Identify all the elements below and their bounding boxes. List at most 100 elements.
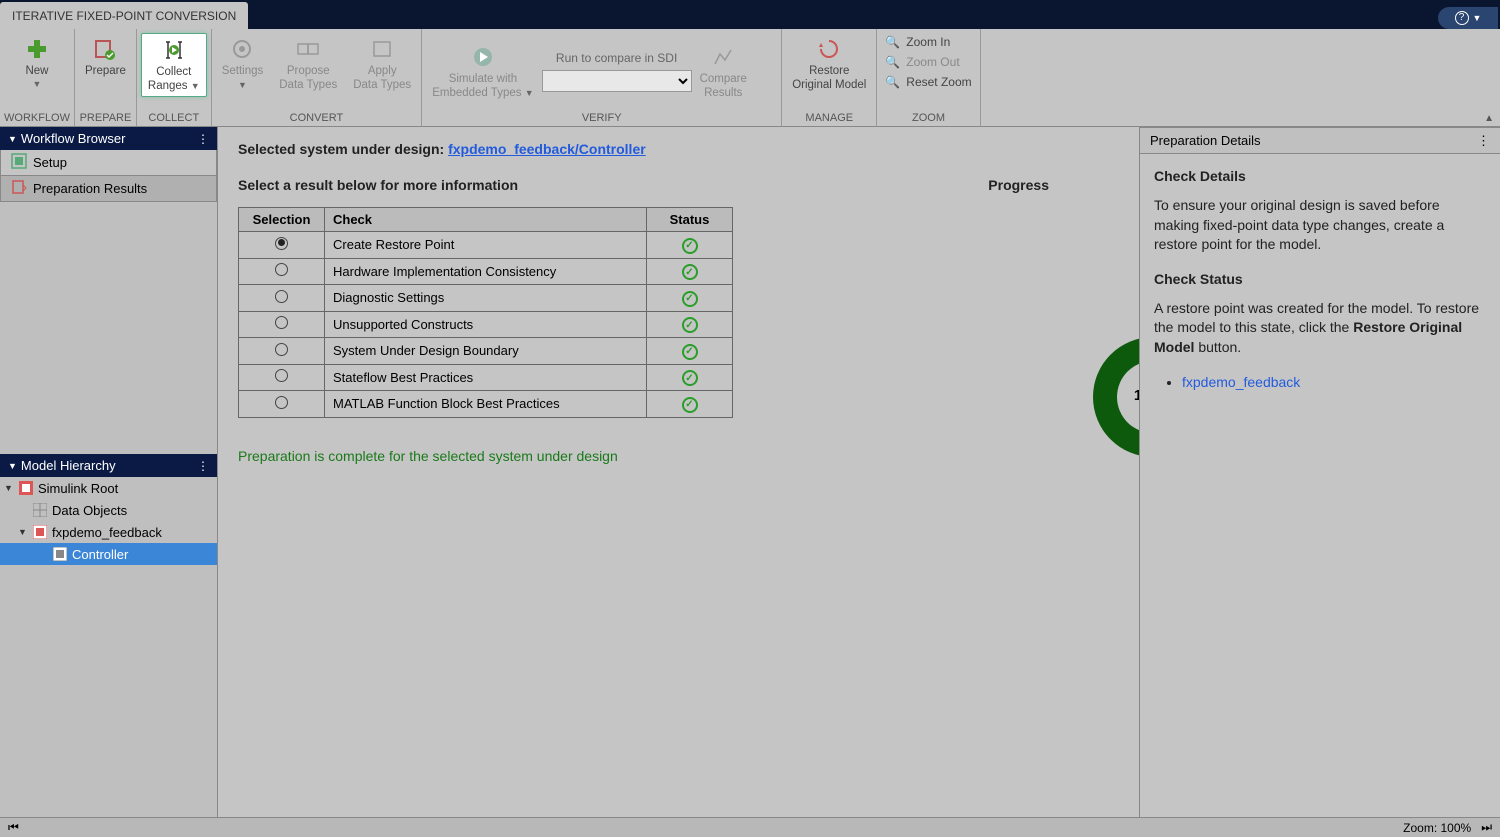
compare-label: Compare Results [700,73,747,101]
check-ok-icon: ✓ [682,344,698,360]
workflow-item-preparation-results[interactable]: Preparation Results [0,175,217,202]
check-ok-icon: ✓ [682,264,698,280]
subsystem-icon [52,546,68,562]
apply-datatypes-button[interactable]: Apply Data Types [347,33,417,95]
gear-icon [228,35,256,63]
restore-original-model-button[interactable]: Restore Original Model [786,33,872,95]
table-row[interactable]: Stateflow Best Practices ✓ [239,364,733,391]
restore-icon [815,35,843,63]
play-icon [469,43,497,71]
collect-icon [160,36,188,64]
ribbon-group-label: WORKFLOW [4,110,70,126]
radio-icon[interactable] [275,369,288,382]
table-row[interactable]: System Under Design Boundary ✓ [239,338,733,365]
check-ok-icon: ✓ [682,370,698,386]
first-page-icon[interactable]: ⏮ [8,820,19,835]
collapse-ribbon-icon[interactable]: ▲ [1484,113,1494,124]
simulate-embedded-button[interactable]: Simulate with Embedded Types ▼ [426,41,539,103]
radio-icon[interactable] [275,263,288,276]
radio-icon[interactable] [275,396,288,409]
check-ok-icon: ✓ [682,397,698,413]
check-details-text: To ensure your original design is saved … [1154,196,1486,255]
check-ok-icon: ✓ [682,317,698,333]
col-selection: Selection [239,208,325,232]
prepare-label: Prepare [85,65,126,79]
ribbon-group-label: VERIFY [426,110,777,126]
zoom-out-button[interactable]: 🔍Zoom Out [881,53,963,71]
collect-label: Collect Ranges ▼ [148,66,200,94]
zoom-in-button[interactable]: 🔍 Zoom In [881,33,954,51]
collect-ranges-button[interactable]: Collect Ranges ▼ [141,33,207,97]
tree-node-simulink-root[interactable]: ▼ Simulink Root [0,477,217,499]
fxpdemo-feedback-link[interactable]: fxpdemo_feedback [1182,374,1300,390]
progress-label: Progress [988,177,1049,193]
checklist-icon [91,35,119,63]
check-name: Unsupported Constructs [325,311,647,338]
menu-dots-icon[interactable]: ⋮ [197,459,209,473]
chevron-down-icon: ▼ [33,79,42,89]
results-icon [11,179,27,198]
radio-icon[interactable] [275,237,288,250]
simulink-icon [18,480,34,496]
sdi-run-select[interactable] [542,70,692,92]
tree-spacer [0,565,217,817]
table-row[interactable]: Hardware Implementation Consistency✓ [239,258,733,285]
chevron-down-icon: ▼ [4,483,14,493]
ribbon-group-label: PREPARE [79,110,132,126]
tree-label: Simulink Root [38,481,118,496]
sud-link[interactable]: fxpdemo_feedback/Controller [448,141,646,157]
new-button[interactable]: New ▼ [17,33,57,91]
compare-results-button[interactable]: Compare Results [694,41,753,103]
table-row[interactable]: Create Restore Point✓ [239,232,733,259]
last-page-icon[interactable]: ⏭ [1481,820,1492,835]
preparation-details-header: Preparation Details ⋮ [1140,127,1500,154]
check-ok-icon: ✓ [682,238,698,254]
settings-button[interactable]: Settings▼ [216,33,270,95]
check-status-text: A restore point was created for the mode… [1154,299,1486,358]
help-icon: ? [1455,11,1469,25]
zoom-in-label: Zoom In [906,35,950,49]
menu-dots-icon[interactable]: ⋮ [197,132,209,146]
model-icon [32,524,48,540]
model-hierarchy-header[interactable]: ▼ Model Hierarchy ⋮ [0,454,217,477]
help-button[interactable]: ? ▼ [1438,7,1498,29]
radio-icon[interactable] [275,290,288,303]
workflow-item-setup[interactable]: Setup [0,149,217,176]
ribbon-group-zoom: 🔍Zoom In 🔍Zoom Out 🔍Reset Zoom ZOOM [877,29,980,126]
chevron-down-icon: ▼ [1473,13,1482,23]
new-label: New [25,65,48,79]
compare-icon [709,43,737,71]
check-name: Stateflow Best Practices [325,364,647,391]
propose-icon [294,35,322,63]
tree-node-data-objects[interactable]: Data Objects [0,499,217,521]
table-row[interactable]: MATLAB Function Block Best Practices ✓ [239,391,733,418]
ribbon-group-collect: Collect Ranges ▼ COLLECT [137,29,212,126]
propose-datatypes-button[interactable]: Propose Data Types [273,33,343,95]
restore-label: Restore Original Model [792,65,866,93]
workflow-browser-header[interactable]: ▼ Workflow Browser ⋮ [0,127,217,150]
check-name: MATLAB Function Block Best Practices [325,391,647,418]
check-name: System Under Design Boundary [325,338,647,365]
menu-dots-icon[interactable]: ⋮ [1477,133,1490,149]
table-row[interactable]: Diagnostic Settings✓ [239,285,733,312]
tab-iterative-fixed-point[interactable]: ITERATIVE FIXED-POINT CONVERSION [0,2,248,29]
prepare-button[interactable]: Prepare [79,33,132,81]
reset-zoom-button[interactable]: 🔍Reset Zoom [881,73,975,91]
ribbon-group-label: COLLECT [141,110,207,126]
workflow-spacer [0,202,217,454]
apply-icon [368,35,396,63]
radio-icon[interactable] [275,316,288,329]
radio-icon[interactable] [275,343,288,356]
tree-node-controller[interactable]: Controller [0,543,217,565]
tree-node-fxpdemo-feedback[interactable]: ▼ fxpdemo_feedback [0,521,217,543]
table-row[interactable]: Unsupported Constructs ✓ [239,311,733,338]
ribbon-group-manage: Restore Original Model MANAGE [782,29,877,126]
progress-percent: 100% [1093,387,1140,404]
tree-label: Controller [72,547,128,562]
preparation-details-body: Check Details To ensure your original de… [1140,154,1500,404]
ribbon-toolbar: New ▼ WORKFLOW Prepare PREPARE Collect R… [0,29,1500,127]
zoom-in-icon: 🔍 [885,35,900,49]
propose-label: Propose Data Types [279,65,337,93]
apply-label: Apply Data Types [353,65,411,93]
workflow-browser-title: Workflow Browser [21,131,126,146]
